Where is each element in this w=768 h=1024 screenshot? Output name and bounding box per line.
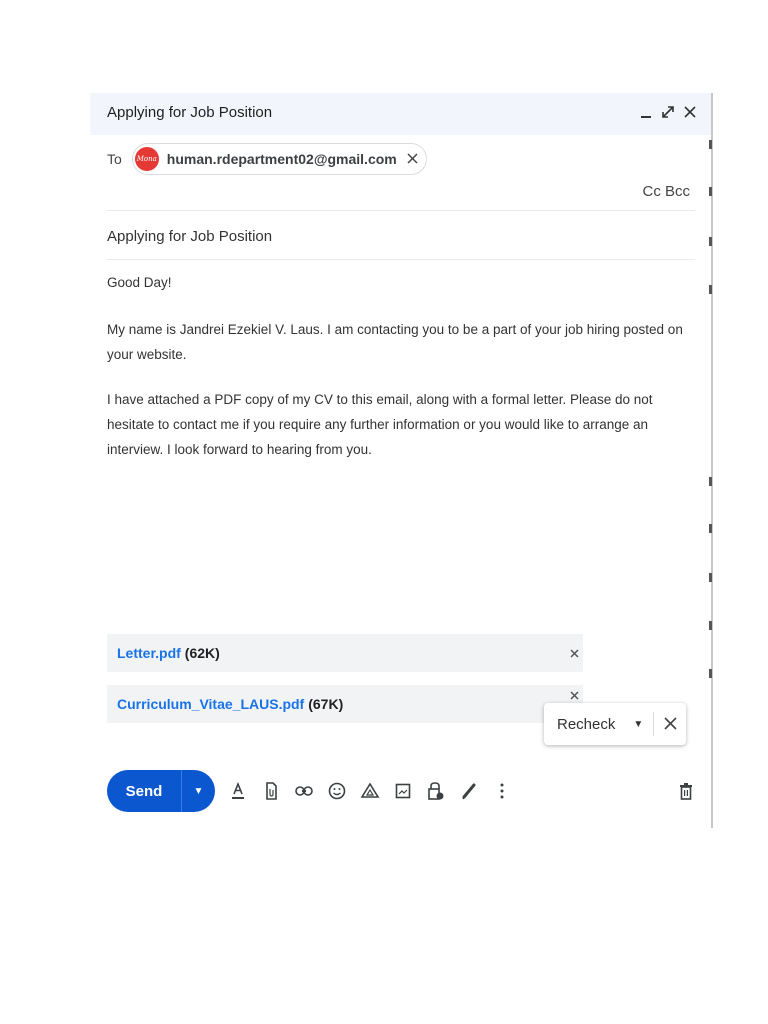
close-icon[interactable] xyxy=(682,102,698,122)
edge-mark xyxy=(709,237,712,246)
scrollbar-edge xyxy=(711,93,713,828)
window-title: Applying for Job Position xyxy=(107,104,273,121)
recheck-popup: Recheck ▼ xyxy=(544,703,686,745)
formatting-icon[interactable] xyxy=(227,777,249,805)
edge-mark xyxy=(709,187,712,196)
send-button-group: Send ▼ xyxy=(107,770,215,812)
signature-icon[interactable] xyxy=(458,777,480,805)
remove-recipient-icon[interactable] xyxy=(407,151,418,168)
to-label: To xyxy=(107,151,122,167)
to-field[interactable]: To Mona human.rdepartment02@gmail.com xyxy=(107,143,427,175)
send-button[interactable]: Send xyxy=(107,783,181,800)
attachment-size: (67K) xyxy=(308,696,344,712)
dropdown-arrow-icon[interactable]: ▼ xyxy=(633,719,643,730)
recipient-chip[interactable]: Mona human.rdepartment02@gmail.com xyxy=(131,143,427,175)
subject-field[interactable]: Applying for Job Position xyxy=(107,228,272,245)
minimize-icon[interactable] xyxy=(638,102,654,122)
attachment-name[interactable]: Curriculum_Vitae_LAUS.pdf xyxy=(117,696,304,712)
window-controls xyxy=(638,102,698,122)
lock-icon[interactable] xyxy=(425,777,447,805)
avatar: Mona xyxy=(134,147,159,171)
expand-icon[interactable] xyxy=(660,102,676,122)
recipient-email: human.rdepartment02@gmail.com xyxy=(166,151,397,167)
drive-icon[interactable] xyxy=(359,777,381,805)
send-options-icon[interactable]: ▼ xyxy=(182,786,215,797)
divider xyxy=(653,712,655,736)
attachment-name[interactable]: Letter.pdf xyxy=(117,645,181,661)
remove-attachment-icon[interactable] xyxy=(570,687,579,703)
body-paragraph-2[interactable]: I have attached a PDF copy of my CV to t… xyxy=(107,387,692,462)
compose-toolbar xyxy=(227,777,524,805)
attachment-item[interactable]: Curriculum_Vitae_LAUS.pdf (67K) xyxy=(107,685,583,723)
link-icon[interactable] xyxy=(293,777,315,805)
remove-attachment-icon[interactable] xyxy=(570,645,579,661)
attach-icon[interactable] xyxy=(260,777,282,805)
body-paragraph-1[interactable]: My name is Jandrei Ezekiel V. Laus. I am… xyxy=(107,317,692,367)
photo-icon[interactable] xyxy=(392,777,414,805)
edge-mark xyxy=(709,477,712,486)
close-icon[interactable] xyxy=(664,714,677,735)
edge-mark xyxy=(709,524,712,533)
edge-mark xyxy=(709,285,712,294)
recheck-button[interactable]: Recheck xyxy=(557,716,615,733)
attachment-item[interactable]: Letter.pdf (62K) xyxy=(107,634,583,672)
edge-mark xyxy=(709,621,712,630)
compose-header[interactable]: Applying for Job Position xyxy=(90,93,712,135)
divider xyxy=(107,210,695,211)
emoji-icon[interactable] xyxy=(326,777,348,805)
compose-window: Applying for Job Position To Mona human.… xyxy=(90,93,712,828)
edge-mark xyxy=(709,140,712,149)
divider xyxy=(107,259,695,260)
more-options-icon[interactable] xyxy=(491,777,513,805)
attachment-size: (62K) xyxy=(184,645,220,661)
body-greeting[interactable]: Good Day! xyxy=(107,270,692,295)
cc-bcc-link[interactable]: Cc Bcc xyxy=(642,183,690,200)
edge-mark xyxy=(709,669,712,678)
trash-icon[interactable] xyxy=(676,777,696,805)
edge-mark xyxy=(709,573,712,582)
